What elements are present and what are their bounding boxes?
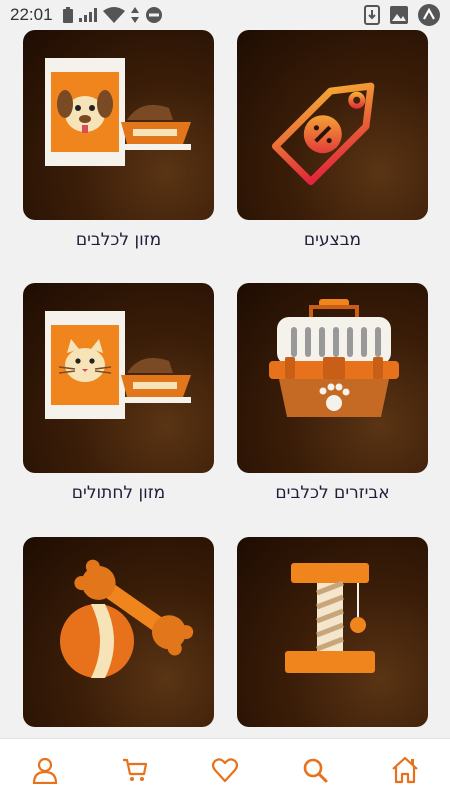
home-icon [392,756,418,783]
app-notification-icon [418,4,440,26]
download-notification-icon [364,5,380,25]
image-notification-icon [390,6,408,24]
category-grid: מבצעים מזון לכלבים אביזרים לכלבים מזון ל… [0,30,450,738]
category-label-sales: מבצעים [303,230,362,250]
bottom-navigation [0,738,450,800]
nav-cart-button[interactable] [110,745,160,795]
pet-carrier-icon [269,299,399,417]
category-label-dog-accessories: אביזרים לכלבים [275,483,390,503]
cat-scratcher-icon [285,563,375,673]
signal-icon [78,8,97,22]
do-not-disturb-icon [145,7,162,23]
data-arrows-icon [130,7,139,23]
nav-profile-button[interactable] [20,745,70,795]
category-card-sales[interactable] [237,30,428,220]
wifi-icon [102,7,125,23]
category-card-dog-food[interactable] [23,30,214,220]
nav-home-button[interactable] [380,745,430,795]
category-card-cat-scratcher[interactable] [237,537,428,727]
status-time: 22:01 [10,5,53,24]
status-bar: 22:01 [0,0,450,30]
cart-icon [123,758,148,781]
category-label-dog-food: מזון לכלבים [75,230,162,250]
dog-food-icon [45,58,191,166]
price-tag-icon [271,82,375,186]
nav-favorites-button[interactable] [200,745,250,795]
heart-icon [211,757,239,782]
category-card-toys[interactable] [23,537,214,727]
category-card-dog-accessories[interactable] [237,283,428,473]
battery-icon [62,7,73,23]
category-card-cat-food[interactable] [23,283,214,473]
nav-search-button[interactable] [290,745,340,795]
cat-food-icon [45,311,191,419]
toys-icon [60,559,194,678]
category-label-cat-food: מזון לחתולים [71,483,166,503]
search-icon [303,758,328,782]
user-icon [32,757,58,784]
